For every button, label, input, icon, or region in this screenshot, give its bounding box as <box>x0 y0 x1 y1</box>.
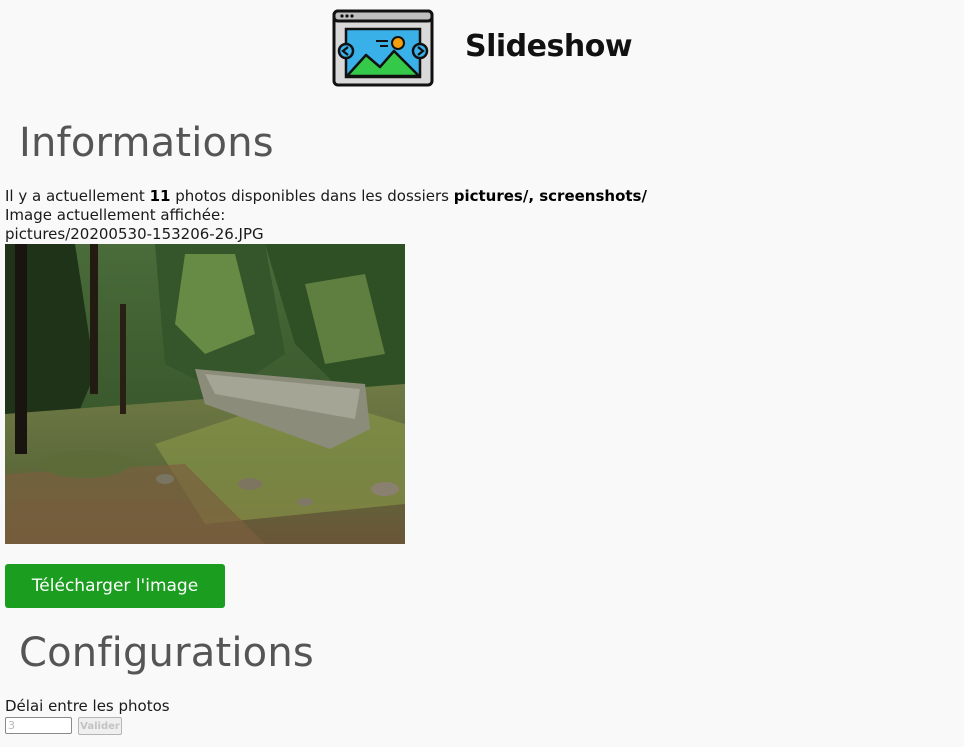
current-image-path: pictures/20200530-153206-26.JPG <box>5 225 264 243</box>
delay-input[interactable] <box>5 717 72 734</box>
app-title: Slideshow <box>465 29 633 64</box>
current-image-label: Image actuellement affichée: <box>5 206 226 224</box>
photo-count-line: Il y a actuellement 11 photos disponible… <box>5 187 647 205</box>
submit-button[interactable]: Valider <box>78 717 122 735</box>
photo-count-prefix: Il y a actuellement <box>5 187 150 205</box>
folder-list: pictures/, screenshots/ <box>453 187 647 205</box>
configurations-heading: Configurations <box>19 630 314 676</box>
delay-label: Délai entre les photos <box>5 697 170 715</box>
photo-count: 11 <box>149 187 171 205</box>
informations-heading: Informations <box>19 120 274 166</box>
current-photo <box>5 244 405 544</box>
photo-count-middle: photos disponibles dans les dossiers <box>170 187 454 205</box>
download-image-button[interactable]: Télécharger l'image <box>5 564 225 608</box>
slideshow-icon <box>332 9 434 87</box>
header: Slideshow <box>332 9 652 87</box>
